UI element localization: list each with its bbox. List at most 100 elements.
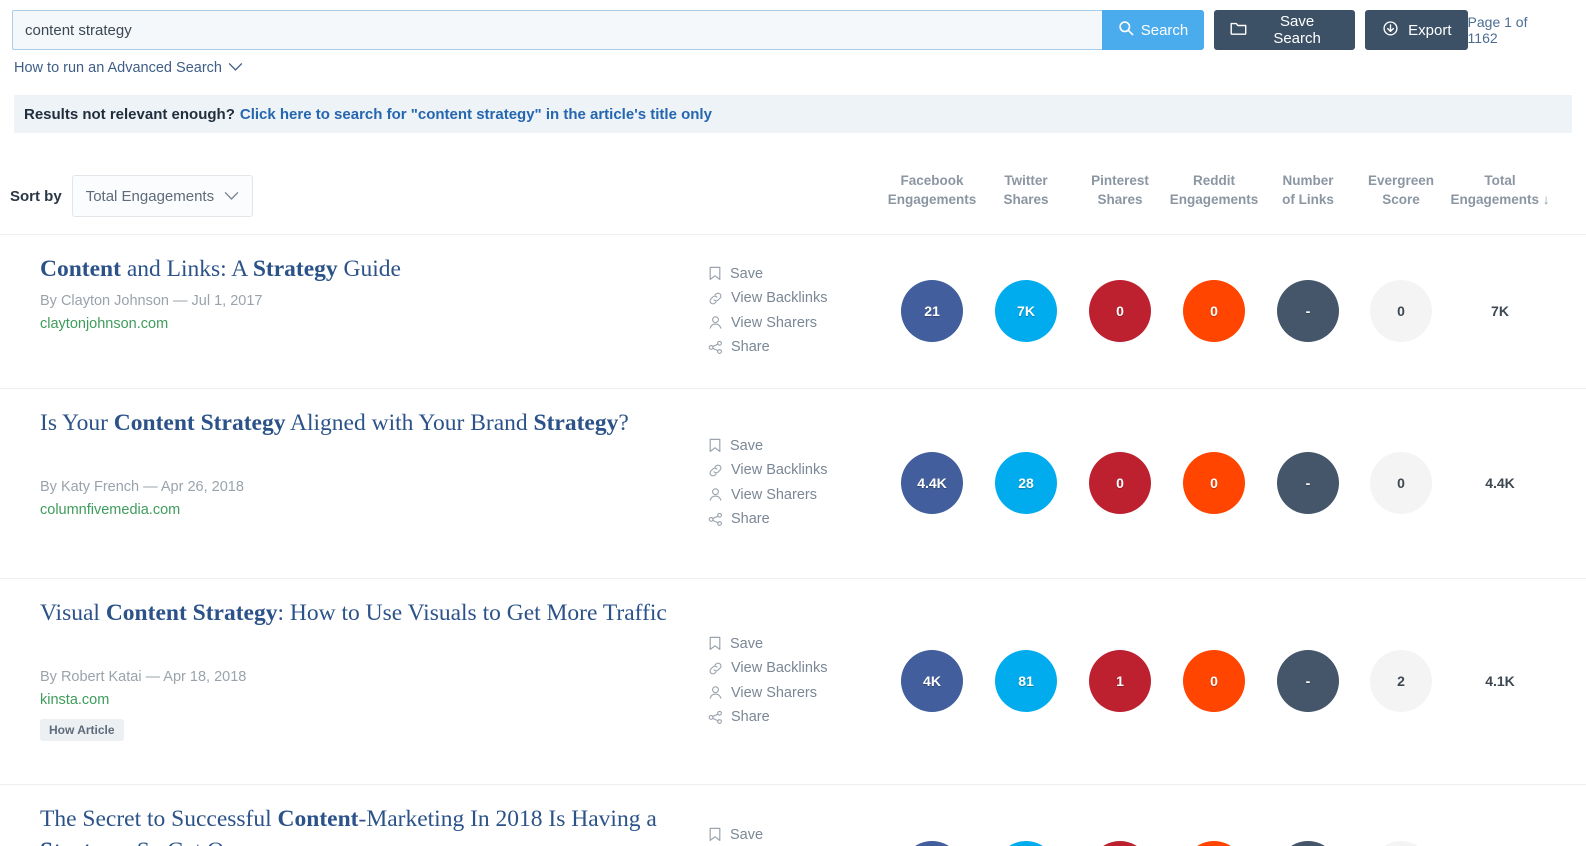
column-header-line2-text: Shares — [1097, 192, 1143, 207]
result-row-content: Content and Links: A Strategy Guide By Cl… — [0, 253, 1586, 372]
action-label: Save — [730, 437, 764, 454]
relevance-notice-bar: Results not relevant enough? Click here … — [14, 95, 1572, 133]
search-button-label: Search — [1140, 21, 1189, 39]
metric-total: 4.4K — [1485, 474, 1515, 491]
sort-by-label: Sort by — [10, 187, 62, 205]
metric-links: - — [1277, 279, 1339, 342]
action-view-backlinks[interactable]: View Backlinks — [708, 656, 827, 681]
action-share[interactable]: Share — [708, 705, 827, 730]
action-label: View Sharers — [731, 684, 817, 701]
result-domain-link[interactable]: columnfivemedia.com — [40, 502, 670, 518]
action-view-sharers[interactable]: View Sharers — [708, 311, 827, 336]
notice-question: Results not relevant enough? — [24, 105, 235, 123]
result-title-text: and Links: A — [120, 256, 253, 282]
metric-value: 0 — [1116, 474, 1124, 491]
metric-pinterest: 22 — [1089, 840, 1151, 846]
column-header-line1: Evergreen — [1367, 173, 1435, 188]
result-title-text: Aligned with Your Brand — [285, 410, 534, 436]
share-network-icon — [708, 512, 723, 527]
export-label: Export — [1408, 21, 1452, 39]
column-header-line2-text: Engagements — [1450, 192, 1539, 207]
action-save[interactable]: Save — [708, 262, 827, 287]
save-search-button[interactable]: Save Search — [1214, 10, 1356, 50]
result-title-text: , So Get One. — [125, 838, 252, 846]
metric-value: 0 — [1210, 302, 1218, 319]
action-label: View Backlinks — [731, 660, 828, 677]
action-view-sharers[interactable]: View Sharers — [708, 681, 827, 706]
action-save[interactable]: Save — [708, 434, 827, 459]
result-domain-link[interactable]: claytonjohnson.com — [40, 316, 670, 332]
bookmark-icon — [708, 266, 722, 281]
folder-icon — [1230, 21, 1247, 40]
action-view-backlinks[interactable]: View Backlinks — [708, 286, 827, 311]
search-field-group: Search — [12, 10, 1204, 50]
metric-twitter: 28 — [995, 451, 1057, 514]
result-type-badge: How Article — [40, 719, 124, 741]
result-title-keyword: Content Strategy — [105, 600, 278, 626]
result-title[interactable]: Is Your Content Strategy Aligned with Yo… — [40, 407, 670, 439]
metric-twitter: 81 — [995, 649, 1057, 712]
metric-evergreen: 0 — [1370, 279, 1432, 342]
search-button[interactable]: Search — [1102, 10, 1204, 50]
column-header-line2-text: Shares — [1003, 192, 1049, 207]
metric-total: 7K — [1491, 302, 1509, 319]
action-share[interactable]: Share — [708, 335, 827, 360]
sort-by-group: Sort by Total Engagements — [10, 175, 254, 217]
action-label: View Backlinks — [731, 462, 828, 479]
result-row: Content and Links: A Strategy Guide By Cl… — [0, 235, 1586, 389]
result-title-text: : How to Use Visuals to Get More Traffic — [277, 600, 667, 626]
metric-value: 28 — [1018, 474, 1034, 491]
result-title-text: Visual — [40, 600, 106, 626]
result-title[interactable]: The Secret to Successful Content-Marketi… — [40, 803, 670, 846]
metric-facebook: 4K — [901, 649, 963, 712]
metric-value: 0 — [1210, 672, 1218, 689]
metric-evergreen: 0 — [1370, 451, 1432, 514]
search-input[interactable] — [12, 10, 1102, 50]
column-header[interactable]: Evergreen Score — [1346, 171, 1456, 209]
action-view-backlinks[interactable]: View Backlinks — [708, 458, 827, 483]
metric-reddit: 0 — [1183, 279, 1245, 342]
metric-value: 7K — [1017, 302, 1035, 319]
result-title[interactable]: Content and Links: A Strategy Guide — [40, 253, 670, 285]
metric-links: - — [1277, 451, 1339, 514]
result-row: The Secret to Successful Content-Marketi… — [0, 785, 1586, 846]
person-icon — [708, 685, 723, 700]
result-author-date: By Robert Katai — Apr 18, 2018 — [40, 669, 247, 685]
action-label: View Backlinks — [731, 290, 828, 307]
metric-facebook: 4.4K — [901, 451, 963, 514]
search-icon — [1118, 20, 1134, 40]
action-share[interactable]: Share — [708, 507, 827, 532]
action-view-sharers[interactable]: View Sharers — [708, 483, 827, 508]
metric-evergreen: 23 — [1370, 840, 1432, 846]
result-row: Visual Content Strategy: How to Use Visu… — [0, 579, 1586, 785]
bookmark-icon — [708, 636, 722, 651]
result-title-text: Guide — [337, 256, 401, 282]
result-title-keyword: Content Strategy — [113, 410, 286, 436]
advanced-search-toggle[interactable]: How to run an Advanced Search — [0, 50, 243, 76]
metric-value: 0 — [1397, 302, 1405, 319]
results-list: Content and Links: A Strategy Guide By Cl… — [0, 235, 1586, 846]
action-label: Save — [730, 265, 764, 282]
column-header-line2-text: Engagements — [1169, 192, 1259, 207]
sort-descending-arrow-icon: ↓ — [1542, 192, 1550, 207]
metric-value: 0 — [1210, 474, 1218, 491]
metric-value: 0 — [1116, 302, 1124, 319]
chevron-down-icon — [224, 188, 239, 205]
action-save[interactable]: Save — [708, 823, 827, 846]
sort-by-select[interactable]: Total Engagements — [71, 175, 254, 217]
advanced-search-label: How to run an Advanced Search — [14, 60, 222, 76]
share-network-icon — [708, 340, 723, 355]
download-cloud-icon — [1381, 20, 1400, 41]
title-only-search-link[interactable]: Click here to search for "content strate… — [240, 106, 712, 123]
action-save[interactable]: Save — [708, 632, 827, 657]
metric-facebook: 2.1K — [901, 840, 963, 846]
table-header: Sort by Total Engagements Facebook Engage… — [0, 163, 1586, 235]
metric-value: 81 — [1018, 672, 1034, 689]
export-button[interactable]: Export — [1365, 10, 1468, 50]
result-title-text: The Secret to Successful — [40, 806, 278, 832]
result-domain-link[interactable]: kinsta.com — [40, 692, 670, 708]
person-icon — [708, 315, 723, 330]
result-title[interactable]: Visual Content Strategy: How to Use Visu… — [40, 597, 670, 629]
metric-pinterest: 1 — [1089, 649, 1151, 712]
column-header[interactable]: Total Engagements ↓ — [1445, 171, 1555, 209]
